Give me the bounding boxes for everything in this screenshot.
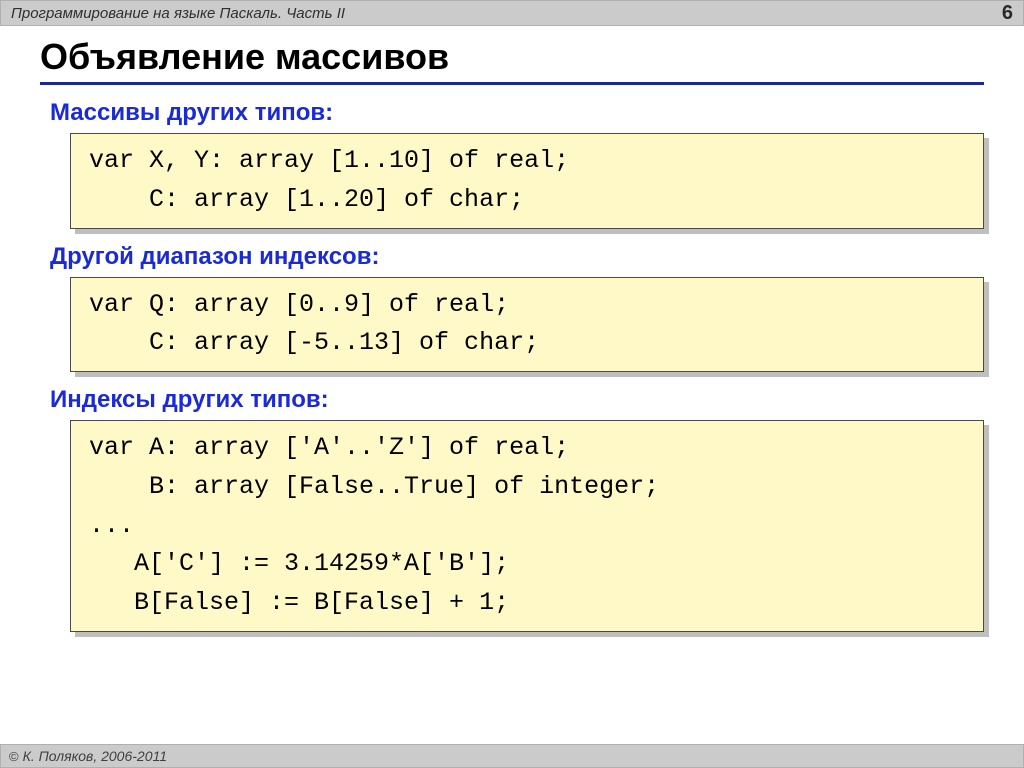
code-block: var X, Y: array [1..10] of real; C: arra…	[70, 133, 984, 229]
slide-content: Объявление массивов Массивы других типов…	[0, 26, 1024, 632]
page-number: 6	[1002, 2, 1013, 25]
copyright-text: К. Поляков, 2006-2011	[23, 748, 167, 764]
code-text: var Q: array [0..9] of real; C: array [-…	[70, 277, 984, 373]
header-bar: Программирование на языке Паскаль. Часть…	[0, 0, 1024, 26]
breadcrumb: Программирование на языке Паскаль. Часть…	[11, 5, 345, 22]
page-title: Объявление массивов	[40, 36, 984, 85]
section-label: Массивы других типов:	[50, 99, 984, 127]
code-text: var X, Y: array [1..10] of real; C: arra…	[70, 133, 984, 229]
code-block: var A: array ['A'..'Z'] of real; B: arra…	[70, 420, 984, 632]
section-label: Другой диапазон индексов:	[50, 243, 984, 271]
code-block: var Q: array [0..9] of real; C: array [-…	[70, 277, 984, 373]
code-text: var A: array ['A'..'Z'] of real; B: arra…	[70, 420, 984, 632]
copyright-icon: ©	[9, 749, 19, 764]
footer-bar: © К. Поляков, 2006-2011	[0, 744, 1024, 768]
section-label: Индексы других типов:	[50, 386, 984, 414]
